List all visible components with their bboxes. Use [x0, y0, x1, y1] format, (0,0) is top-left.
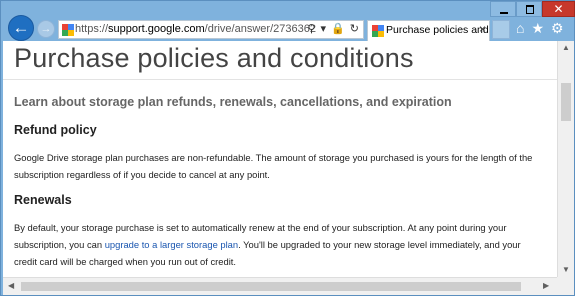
google-favicon-icon	[372, 25, 384, 37]
close-window-button[interactable]: ✕	[542, 1, 575, 17]
horizontal-scrollbar[interactable]: ◀ ▶	[3, 277, 557, 295]
renewals-text: By default, your storage purchase is set…	[14, 222, 521, 267]
vertical-scroll-thumb[interactable]	[561, 83, 571, 121]
refresh-icon[interactable]: ↻	[350, 22, 359, 35]
google-favicon-icon	[62, 24, 74, 36]
refund-heading: Refund policy	[14, 123, 97, 137]
url-text[interactable]: https://support.google.com/drive/answer/…	[75, 23, 316, 35]
page-content: Purchase policies and conditions Learn a…	[3, 41, 557, 277]
address-bar[interactable]: https://support.google.com/drive/answer/…	[58, 20, 364, 39]
maximize-button[interactable]	[516, 1, 542, 17]
page-title: Purchase policies and conditions	[14, 43, 414, 73]
upgrade-storage-link[interactable]: upgrade to a larger storage plan	[105, 239, 238, 250]
lock-icon[interactable]: 🔒	[331, 22, 345, 35]
divider	[3, 79, 557, 80]
minimize-button[interactable]	[490, 1, 516, 17]
scrollbar-corner	[557, 277, 574, 295]
scroll-right-icon[interactable]: ▶	[543, 281, 549, 290]
dropdown-icon[interactable]: ▾	[321, 22, 327, 35]
new-tab-button[interactable]	[492, 20, 510, 39]
page-subtitle: Learn about storage plan refunds, renewa…	[14, 95, 452, 109]
back-button[interactable]: ←	[8, 15, 34, 41]
search-icon[interactable]: ⚲	[307, 22, 315, 35]
tab-close-icon[interactable]: ×	[479, 22, 486, 36]
home-icon[interactable]: ⌂	[516, 20, 524, 37]
refund-text: Google Drive storage plan purchases are …	[14, 152, 533, 180]
renewals-heading: Renewals	[14, 193, 72, 207]
scroll-left-icon[interactable]: ◀	[8, 281, 14, 290]
browser-window: ✕ ← → https://support.google.com/drive/a…	[0, 0, 575, 296]
tab-purchase-policies[interactable]: Purchase policies and ... ×	[367, 20, 500, 41]
favorites-icon[interactable]: ★	[531, 20, 544, 37]
horizontal-scroll-thumb[interactable]	[21, 282, 521, 291]
forward-button[interactable]: →	[37, 20, 55, 38]
settings-icon[interactable]: ⚙	[551, 20, 564, 37]
scroll-up-icon[interactable]: ▲	[558, 43, 574, 52]
scroll-down-icon[interactable]: ▼	[558, 265, 574, 274]
vertical-scrollbar[interactable]: ▲ ▼	[557, 41, 574, 277]
